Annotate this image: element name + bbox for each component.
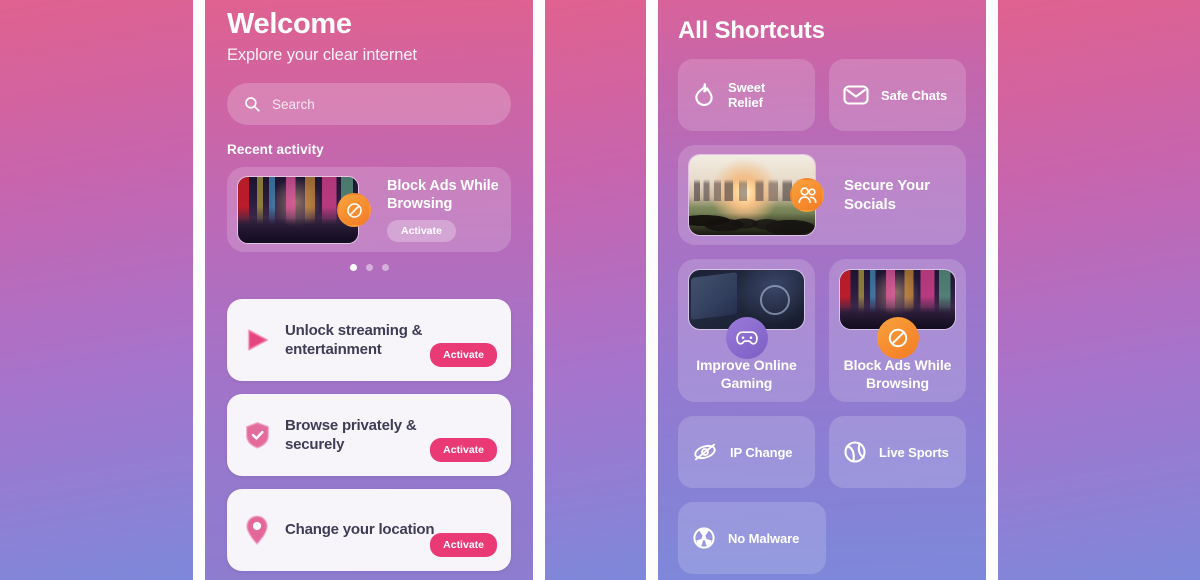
panel-divider-3	[646, 0, 658, 580]
shortcut-label: Sweet Relief	[728, 80, 766, 110]
feature-card-streaming[interactable]: Unlock streaming & entertainment Activat…	[227, 299, 511, 381]
phone-screen-shortcuts: All Shortcuts Sweet Relief Safe Chats Se…	[658, 0, 986, 580]
shortcuts-page-title: All Shortcuts	[678, 17, 825, 44]
shortcut-secure-socials[interactable]: Secure Your Socials	[678, 145, 966, 245]
shortcut-sweet-relief[interactable]: Sweet Relief	[678, 59, 815, 131]
carousel-dots[interactable]	[227, 264, 511, 271]
shield-check-icon	[242, 421, 272, 449]
block-icon	[337, 193, 371, 227]
flame-icon	[692, 82, 716, 108]
recent-activity-label: Recent activity	[227, 142, 324, 157]
eye-slash-orbit-icon	[692, 441, 718, 463]
users-icon	[790, 178, 824, 212]
recent-activity-title: Block Ads While Browsing	[387, 177, 499, 212]
envelope-icon	[843, 84, 869, 106]
shortcut-label: Block Ads While Browsing	[843, 356, 952, 391]
activate-button[interactable]: Activate	[430, 533, 497, 557]
shortcut-label: Safe Chats	[881, 87, 948, 103]
background-band-left	[0, 0, 193, 580]
feature-title: Browse privately & securely	[285, 416, 417, 454]
tennis-ball-icon	[843, 440, 867, 464]
shortcut-block-ads[interactable]: Block Ads While Browsing	[829, 259, 966, 402]
shortcut-improve-gaming[interactable]: Improve Online Gaming	[678, 259, 815, 402]
feature-card-location[interactable]: Change your location Activate	[227, 489, 511, 571]
carousel-dot-3[interactable]	[381, 264, 389, 271]
feature-card-privacy[interactable]: Browse privately & securely Activate	[227, 394, 511, 476]
location-pin-icon	[242, 515, 272, 545]
page-title: Welcome	[227, 8, 352, 40]
shortcut-label: No Malware	[728, 530, 800, 546]
play-icon	[242, 326, 272, 354]
feature-card-list: Unlock streaming & entertainment Activat…	[227, 299, 511, 571]
activate-button[interactable]: Activate	[430, 343, 497, 367]
shortcut-label: Secure Your Socials	[844, 176, 930, 213]
shortcut-safe-chats[interactable]: Safe Chats	[829, 59, 966, 131]
shortcut-live-sports[interactable]: Live Sports	[829, 416, 966, 488]
recent-activate-button[interactable]: Activate	[387, 220, 456, 243]
carousel-dot-2[interactable]	[365, 264, 373, 271]
search-icon	[243, 95, 261, 113]
panel-divider-2	[533, 0, 545, 580]
search-input[interactable]: Search	[227, 83, 511, 125]
shortcut-label: IP Change	[730, 444, 793, 460]
search-placeholder: Search	[272, 96, 315, 112]
bottom-shortcut-row-2: No Malware	[678, 502, 966, 574]
panel-divider-1	[193, 0, 205, 580]
gamepad-icon	[725, 317, 768, 359]
feature-title: Unlock streaming & entertainment	[285, 321, 423, 359]
bottom-shortcut-row-1: IP Change Live Sports	[678, 416, 966, 488]
shortcut-label: Live Sports	[879, 444, 949, 460]
big-shortcut-row: Improve Online Gaming Block Ads While Br…	[678, 259, 966, 402]
shortcut-no-malware[interactable]: No Malware	[678, 502, 826, 574]
panel-divider-4	[986, 0, 998, 580]
page-subtitle: Explore your clear internet	[227, 46, 417, 64]
carousel-dot-1[interactable]	[349, 264, 357, 271]
shortcut-label: Improve Online Gaming	[696, 356, 797, 391]
shortcut-ip-change[interactable]: IP Change	[678, 416, 815, 488]
radiation-icon	[692, 526, 716, 550]
feature-title: Change your location	[285, 521, 435, 539]
phone-screen-home: Welcome Explore your clear internet Sear…	[205, 0, 533, 580]
top-shortcut-row: Sweet Relief Safe Chats	[678, 59, 966, 131]
block-icon	[876, 317, 919, 359]
background-band-middle	[545, 0, 658, 580]
activate-button[interactable]: Activate	[430, 438, 497, 462]
background-band-right	[998, 0, 1200, 580]
recent-activity-card[interactable]: Block Ads While Browsing Activate	[227, 167, 511, 252]
